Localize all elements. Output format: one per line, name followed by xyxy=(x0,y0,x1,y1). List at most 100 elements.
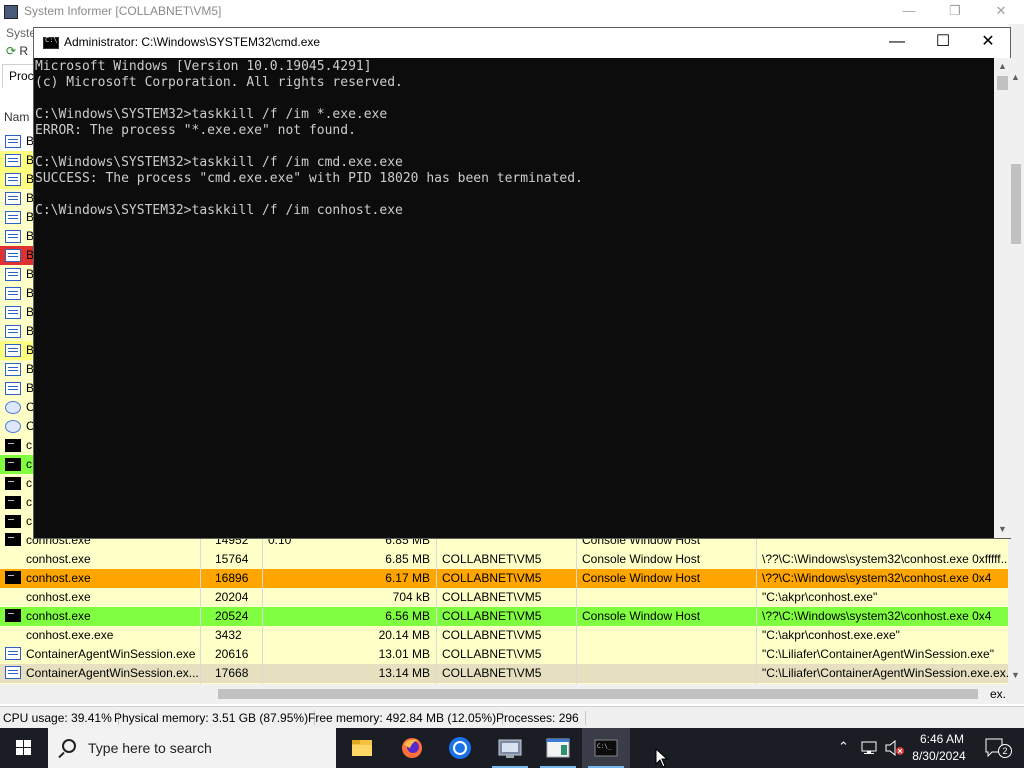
taskbar-cmd[interactable]: C:\_ xyxy=(582,728,630,768)
process-table-row[interactable]: conhost.exe 20524 6.56 MB COLLABNET\VM5 Cons… xyxy=(0,607,1008,626)
taskbar-search-box[interactable]: Type here to search xyxy=(48,728,336,768)
si-horizontal-scrollbar[interactable]: ex. xyxy=(0,684,1008,704)
process-tree-row[interactable]: C xyxy=(0,417,35,436)
si-vertical-scroll-thumb[interactable] xyxy=(1011,164,1021,244)
process-table-row[interactable]: ContainerAgentWinSession.ex... 17668 13.14… xyxy=(0,664,1016,683)
column-divider xyxy=(200,550,201,569)
si-close-button[interactable]: ✕ xyxy=(978,0,1024,24)
notification-center-button[interactable]: 2 xyxy=(978,728,1024,768)
column-divider xyxy=(576,569,577,588)
console-process-icon xyxy=(5,515,21,528)
taskbar-file-explorer[interactable] xyxy=(338,728,386,768)
taskbar-notepad-window[interactable] xyxy=(534,728,582,768)
si-toolbar-refresh[interactable]: ⟳ R xyxy=(6,44,28,58)
si-titlebar[interactable]: System Informer [COLLABNET\VM5] — ❐ ✕ xyxy=(0,0,1024,24)
process-tree-row[interactable]: B xyxy=(0,303,34,322)
scroll-down-arrow-icon[interactable]: ▼ xyxy=(1011,670,1020,680)
process-table-row[interactable]: conhost.exe 15764 6.85 MB COLLABNET\VM5 Cons… xyxy=(0,550,1011,569)
column-divider xyxy=(756,550,757,569)
process-tree-row[interactable]: B xyxy=(0,379,34,398)
taskbar-chrome[interactable] xyxy=(436,728,484,768)
process-tree-row[interactable]: B xyxy=(0,360,34,379)
windows-logo-icon xyxy=(16,740,31,755)
process-cell-mem: 13.14 MB xyxy=(378,666,430,680)
column-divider xyxy=(262,550,263,569)
status-physical-memory: Physical memory: 3.51 GB (87.95%) xyxy=(114,711,316,725)
process-tree-row[interactable]: B xyxy=(0,246,34,265)
column-divider xyxy=(436,569,437,588)
process-table-row[interactable]: ContainerAgentWinSession.exe 20616 13.01 M… xyxy=(0,645,1008,664)
cmd-close-button[interactable]: ✕ xyxy=(965,28,1011,58)
column-divider xyxy=(262,626,263,645)
process-tree-row[interactable]: B xyxy=(0,208,34,227)
search-placeholder: Type here to search xyxy=(88,740,212,756)
process-tree-row[interactable]: B xyxy=(0,265,34,284)
process-tree-row[interactable]: B xyxy=(0,151,34,170)
process-tree-row[interactable]: c xyxy=(0,436,34,455)
process-tree-row[interactable]: B xyxy=(0,227,34,246)
cmd-console-line xyxy=(35,187,583,203)
process-tree-row[interactable]: B xyxy=(0,189,34,208)
column-divider xyxy=(262,645,263,664)
refresh-icon: ⟳ xyxy=(6,44,17,58)
cmd-console-line: C:\Windows\SYSTEM32>taskkill /f /im *.ex… xyxy=(35,107,388,122)
start-button[interactable] xyxy=(0,728,48,768)
process-tree-row[interactable]: B xyxy=(0,170,34,189)
si-minimize-button[interactable]: — xyxy=(886,0,932,24)
terminal-icon: C:\_ xyxy=(594,739,618,757)
process-table-row[interactable]: conhost.exe 20204 704 kB COLLABNET\VM5 "C:\a… xyxy=(0,588,1008,607)
cmd-console-area[interactable]: Microsoft Windows [Version 10.0.19045.42… xyxy=(34,58,994,538)
taskbar-system-informer[interactable] xyxy=(486,728,534,768)
process-cell-name: ContainerAgentWinSession.exe xyxy=(26,647,196,661)
show-hidden-icons-chevron-icon[interactable]: ⌃ xyxy=(838,739,849,755)
process-window-icon xyxy=(5,211,21,224)
cmd-scroll-thumb[interactable] xyxy=(997,76,1008,90)
process-tree-row[interactable]: c xyxy=(0,493,34,512)
cmd-maximize-button[interactable]: ☐ xyxy=(920,28,966,58)
cmd-console-line: Microsoft Windows [Version 10.0.19045.42… xyxy=(35,59,372,74)
process-tree-row[interactable]: c xyxy=(0,512,34,531)
si-maximize-button[interactable]: ❐ xyxy=(932,0,978,24)
column-divider xyxy=(436,550,437,569)
taskbar-firefox[interactable] xyxy=(388,728,436,768)
cmd-scroll-up-icon[interactable]: ▲ xyxy=(997,61,1008,71)
cmd-scroll-down-icon[interactable]: ▼ xyxy=(997,524,1008,534)
cmd-window[interactable]: Administrator: C:\Windows\SYSTEM32\cmd.e… xyxy=(33,27,1011,539)
status-processes: Processes: 296 xyxy=(496,711,586,725)
process-window-icon xyxy=(5,344,21,357)
clock-time[interactable]: 6:46 AM xyxy=(912,732,972,746)
cmd-vertical-scrollbar[interactable]: ▲ ▼ xyxy=(994,58,1011,538)
process-tree-row[interactable]: B xyxy=(0,341,34,360)
column-divider xyxy=(576,607,577,626)
process-tree-row[interactable]: B xyxy=(0,322,34,341)
column-divider xyxy=(756,607,757,626)
process-window-icon xyxy=(5,287,21,300)
clock-date[interactable]: 8/30/2024 xyxy=(904,749,974,763)
folder-icon xyxy=(352,740,372,756)
process-cell-name: conhost.exe xyxy=(26,552,91,566)
column-divider xyxy=(436,626,437,645)
process-table-row[interactable]: conhost.exe 16896 6.17 MB COLLABNET\VM5 Cons… xyxy=(0,569,1008,588)
scroll-up-arrow-icon[interactable]: ▲ xyxy=(1011,72,1020,82)
process-tree-row[interactable]: c xyxy=(0,455,34,474)
network-icon[interactable] xyxy=(860,740,880,756)
process-tree-row[interactable]: B xyxy=(0,132,34,151)
si-menu-system[interactable]: Syste xyxy=(6,26,36,40)
process-window-icon xyxy=(5,647,21,660)
process-tree-row[interactable]: B xyxy=(0,284,34,303)
process-tree-row[interactable]: C xyxy=(0,398,35,417)
process-cell-desc: Console Window Host xyxy=(582,571,701,585)
cmd-console-line xyxy=(35,91,583,107)
volume-muted-icon[interactable] xyxy=(884,740,906,756)
process-table-row[interactable]: conhost.exe.exe 3432 20.14 MB COLLABNET\VM5… xyxy=(0,626,1008,645)
process-tree-row[interactable]: c xyxy=(0,474,34,493)
console-process-icon xyxy=(5,533,21,546)
cmd-titlebar[interactable]: Administrator: C:\Windows\SYSTEM32\cmd.e… xyxy=(34,28,1010,58)
si-horizontal-scroll-thumb[interactable] xyxy=(218,689,978,699)
process-window-icon xyxy=(5,363,21,376)
cmd-console-line: SUCCESS: The process "cmd.exe.exe" with … xyxy=(35,171,583,186)
console-process-icon xyxy=(5,609,21,622)
notification-count-badge: 2 xyxy=(998,744,1012,758)
cmd-minimize-button[interactable]: — xyxy=(874,28,920,58)
cmd-console-line: ERROR: The process "*.exe.exe" not found… xyxy=(35,123,356,138)
